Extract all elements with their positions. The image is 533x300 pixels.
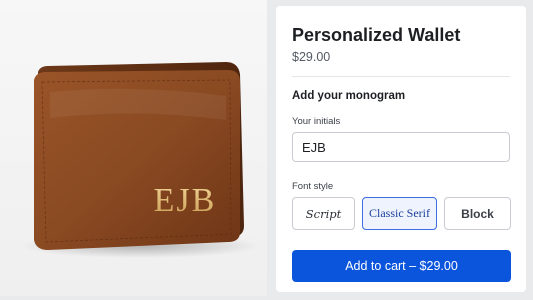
- initials-label: Your initials: [292, 116, 341, 127]
- monogram-heading: Add your monogram: [292, 90, 406, 102]
- product-title: Personalized Wallet: [292, 25, 461, 45]
- product-price: $29.00: [292, 50, 331, 64]
- wallet-monogram: EJB: [154, 182, 217, 219]
- font-style-block-button[interactable]: Block: [444, 197, 511, 230]
- product-details-panel: Personalized Wallet $29.00 Add your mono…: [276, 6, 526, 292]
- font-style-classic-serif-button[interactable]: Classic Serif: [362, 197, 437, 230]
- divider: [292, 76, 510, 77]
- font-style-label: Font style: [292, 181, 334, 192]
- wallet-image: EJB: [0, 0, 267, 296]
- add-to-cart-button[interactable]: Add to cart – $29.00: [292, 250, 511, 282]
- font-style-script-button[interactable]: Script: [292, 197, 355, 230]
- initials-input[interactable]: [292, 132, 510, 162]
- font-style-options: Script Classic Serif Block: [292, 197, 511, 230]
- product-photo: EJB: [0, 0, 267, 296]
